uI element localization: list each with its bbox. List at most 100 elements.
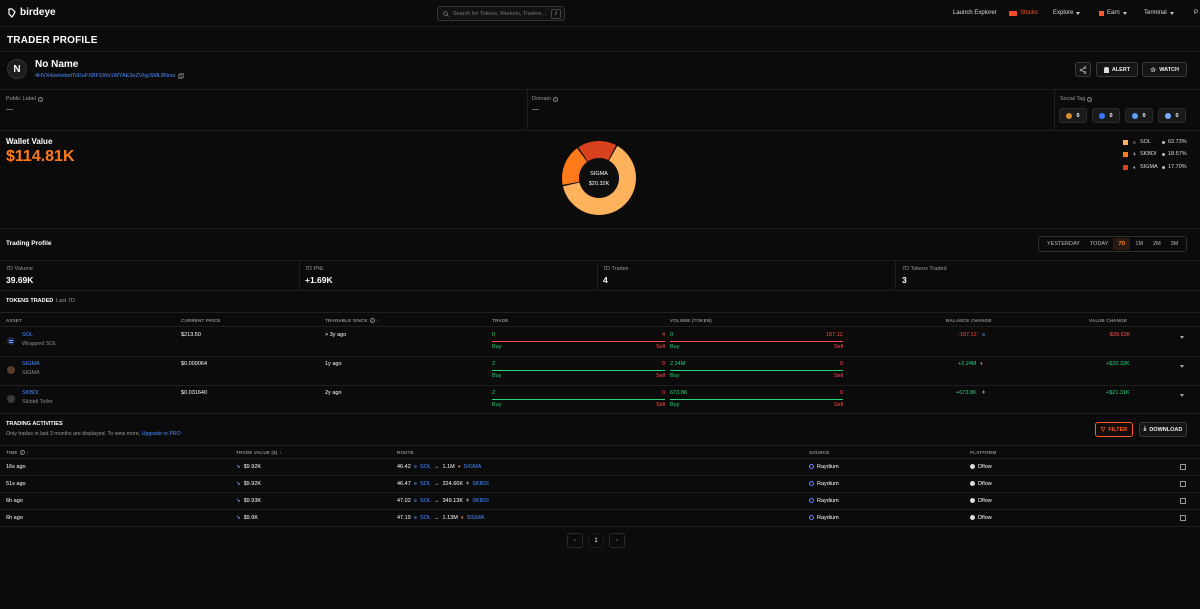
legend-item-sigma[interactable]: ♦ SIGMA 17.70%	[1123, 164, 1187, 171]
activity-route: 47.02 ≡ SOL → 349.13K ǂ SKBDI	[397, 498, 489, 504]
top-navbar: birdeye / Launch Explorer Stocks Explore…	[0, 0, 1200, 27]
search-input[interactable]	[453, 10, 547, 17]
wallet-allocation-donut[interactable]	[560, 139, 638, 217]
tab-yesterday[interactable]: YESTERDAY	[1042, 238, 1085, 250]
share-button[interactable]	[1075, 62, 1091, 77]
table-row[interactable]: 6h ago ➘ $9.9K 47.19 ≡ SOL → 1.13M ♦ SIGM…	[0, 510, 1200, 527]
route-from-symbol[interactable]: SOL	[420, 515, 431, 521]
divider	[0, 228, 1200, 229]
external-link-icon[interactable]	[1180, 481, 1186, 487]
social-tag-chip[interactable]: 0	[1059, 108, 1087, 123]
alert-button[interactable]: ALERT	[1096, 62, 1138, 77]
col-trade-value[interactable]: TRADE VALUE ($) ↕	[236, 450, 282, 455]
tab-1m[interactable]: 1M	[1130, 238, 1148, 250]
filter-button[interactable]: ▽ FILTER	[1095, 422, 1133, 437]
buy-label: Buy	[492, 373, 502, 379]
nav-launch-explorer[interactable]: Launch Explorer	[953, 10, 997, 16]
upgrade-link[interactable]: Upgrade to PRO	[142, 431, 181, 437]
legend-name: SKBDI	[1140, 151, 1157, 157]
global-search[interactable]: /	[437, 6, 565, 21]
external-link-icon[interactable]	[1180, 515, 1186, 521]
tab-7d[interactable]: 7D	[1113, 238, 1131, 250]
route-to-symbol[interactable]: SIGMA	[464, 464, 482, 470]
nav-overflow[interactable]: P	[1194, 10, 1198, 16]
nav-earn[interactable]: Earn	[1099, 10, 1127, 16]
token-symbol[interactable]: SIGMA	[22, 361, 40, 367]
token-tradable-since: > 3y ago	[325, 332, 347, 338]
activity-value: ➘ $9.9K	[236, 515, 258, 521]
nav-stocks[interactable]: Stocks	[1009, 10, 1038, 16]
route-from-symbol[interactable]: SOL	[420, 464, 431, 470]
dflow-icon	[970, 464, 975, 469]
copy-icon[interactable]	[178, 73, 185, 79]
sell-volume: 0	[840, 361, 844, 367]
download-button[interactable]: ⤓ DOWNLOAD	[1139, 422, 1187, 437]
chevron-down-icon[interactable]	[1180, 365, 1184, 368]
route-from-symbol[interactable]: SOL	[420, 498, 431, 504]
brand-logo[interactable]: birdeye	[7, 7, 56, 18]
token-name: Skibidi Toilet	[22, 399, 53, 405]
nav-earn-label: Earn	[1107, 10, 1120, 16]
stocks-icon	[1009, 10, 1017, 16]
table-row[interactable]: 16s ago ➘ $9.92K 46.42 ≡ SOL → 1.1M ♦ SIG…	[0, 459, 1200, 476]
wallet-address[interactable]: 4HVX4zehebetToDuFXBFSWv1WYAE3eZVhjySML8N…	[35, 73, 185, 79]
tab-2m[interactable]: 2M	[1148, 238, 1166, 250]
col-balance-change: BALANCE CHANGE	[946, 318, 992, 323]
legend-item-skbdi[interactable]: ǂ SKBDI 18.57%	[1123, 151, 1187, 158]
stat-trades-value: 4	[603, 275, 608, 285]
route-to-symbol[interactable]: SKBDI	[472, 481, 489, 487]
route-to-symbol[interactable]: SIGMA	[467, 515, 485, 521]
external-link-icon[interactable]	[1180, 464, 1186, 470]
social-tag-chip[interactable]: 0	[1092, 108, 1120, 123]
sol-icon: ≡	[413, 515, 417, 521]
pagination-page[interactable]: 1	[588, 533, 604, 548]
table-row[interactable]: 6h ago ➘ $9.93K 47.02 ≡ SOL → 349.13K ǂ S…	[0, 493, 1200, 510]
info-icon[interactable]: i	[552, 96, 558, 102]
route-from-symbol[interactable]: SOL	[420, 481, 431, 487]
external-link-icon[interactable]	[1180, 498, 1186, 504]
arrow-right-icon: →	[434, 481, 440, 487]
col-time[interactable]: TIME i ↕	[6, 450, 29, 455]
table-row[interactable]: 51s ago ➘ $9.92K 46.47 ≡ SOL → 324.66K ǂ …	[0, 476, 1200, 493]
trading-activities-title: TRADING ACTIVITIES	[6, 421, 63, 427]
nav-terminal[interactable]: Terminal	[1144, 10, 1174, 16]
activity-time: 16s ago	[6, 464, 26, 470]
raydium-icon	[809, 515, 814, 520]
info-icon[interactable]: i	[1087, 96, 1093, 102]
pagination-prev[interactable]: ‹	[567, 533, 583, 548]
token-name: Wrapped SOL	[22, 341, 57, 347]
legend-item-sol[interactable]: ≡ SOL 63.73%	[1123, 139, 1187, 146]
table-row[interactable]: SKBDI Skibidi Toilet $0.031640 2y ago 2 …	[0, 386, 1200, 414]
token-symbol[interactable]: SOL	[22, 332, 33, 338]
col-volume: VOLUME (TOKEN)	[670, 318, 712, 323]
social-tag-chip[interactable]: 0	[1125, 108, 1153, 123]
token-symbol[interactable]: SKBDI	[22, 390, 39, 396]
watch-button[interactable]: ☆ WATCH	[1142, 62, 1187, 77]
tab-today[interactable]: TODAY	[1085, 238, 1113, 250]
col-tradable-since[interactable]: TRADABLE SINCE i ↕	[325, 318, 379, 323]
sell-label: Sell	[656, 402, 666, 408]
col-source: SOURCE	[809, 450, 830, 455]
buy-volume: 2.24M	[670, 361, 686, 367]
social-tag-chip[interactable]: 0	[1158, 108, 1186, 123]
buy-arrow-icon: ➘	[236, 464, 241, 470]
pagination-next[interactable]: ›	[609, 533, 625, 548]
info-icon[interactable]: i	[37, 96, 43, 102]
tab-3m[interactable]: 3M	[1166, 238, 1184, 250]
table-row[interactable]: SIGMA SIGMA $0.009064 1y ago 2 0 Buy Sel…	[0, 357, 1200, 385]
col-value-change: VALUE CHANGE	[1089, 318, 1128, 323]
activity-source-text: Raydium	[817, 464, 839, 470]
nav-explore[interactable]: Explore	[1053, 10, 1081, 16]
table-row[interactable]: SOL Wrapped SOL $213.50 > 3y ago 0 4 Buy…	[0, 328, 1200, 356]
route-to-symbol[interactable]: SKBDI	[472, 498, 489, 504]
chevron-down-icon[interactable]	[1180, 394, 1184, 397]
social-badge-icon	[1066, 112, 1073, 119]
search-icon	[443, 10, 449, 17]
dflow-icon	[970, 515, 975, 520]
skbdi-icon: ǂ	[1133, 151, 1136, 158]
trading-activities-subtitle: Only trades in last 3 months are display…	[6, 431, 181, 437]
activity-value-text: $9.92K	[243, 481, 262, 487]
bullet-icon	[1162, 165, 1165, 169]
chevron-down-icon[interactable]	[1180, 336, 1184, 339]
buy-label: Buy	[492, 402, 502, 408]
